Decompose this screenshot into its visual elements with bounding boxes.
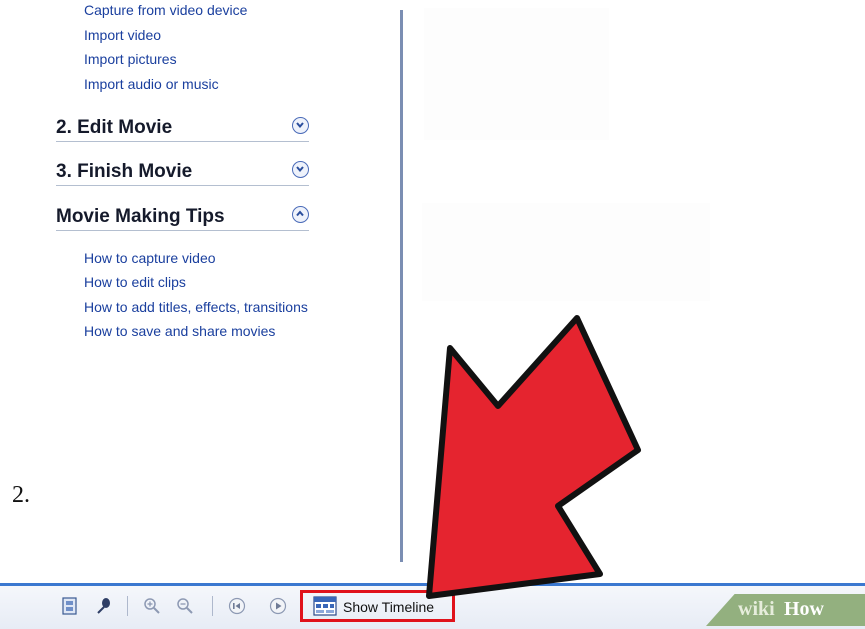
section-edit-movie[interactable]: 2. Edit Movie bbox=[56, 115, 309, 142]
watermark-wiki: wiki bbox=[738, 598, 775, 620]
section-title: 3. Finish Movie bbox=[56, 161, 193, 182]
rewind-icon[interactable] bbox=[228, 597, 246, 615]
zoom-out-icon[interactable] bbox=[176, 597, 194, 615]
pane-splitter[interactable] bbox=[400, 10, 403, 562]
section-title: 2. Edit Movie bbox=[56, 117, 173, 138]
storyboard-icon[interactable] bbox=[61, 597, 79, 615]
link-how-to-add-titles-effects-transitions[interactable]: How to add titles, effects, transitions bbox=[84, 299, 308, 315]
storyboard-toolbar: Show Timeline wiki How bbox=[0, 583, 865, 629]
link-import-audio-or-music[interactable]: Import audio or music bbox=[84, 76, 219, 92]
link-how-to-edit-clips[interactable]: How to edit clips bbox=[84, 274, 186, 290]
show-timeline-button[interactable]: Show Timeline bbox=[300, 590, 455, 622]
chevron-down-icon[interactable] bbox=[292, 161, 309, 178]
link-capture-from-video-device[interactable]: Capture from video device bbox=[84, 2, 247, 18]
narrate-icon[interactable] bbox=[95, 597, 113, 615]
link-how-to-capture-video[interactable]: How to capture video bbox=[84, 250, 216, 266]
section-title: Movie Making Tips bbox=[56, 206, 225, 227]
zoom-in-icon[interactable] bbox=[143, 597, 161, 615]
timeline-icon bbox=[313, 596, 337, 621]
link-import-video[interactable]: Import video bbox=[84, 27, 161, 43]
link-how-to-save-and-share-movies[interactable]: How to save and share movies bbox=[84, 323, 275, 339]
chevron-down-icon[interactable] bbox=[292, 117, 309, 134]
play-icon[interactable] bbox=[269, 597, 287, 615]
preview-area bbox=[424, 8, 609, 140]
show-timeline-label: Show Timeline bbox=[343, 599, 435, 615]
preview-area-lower bbox=[422, 203, 710, 301]
section-finish-movie[interactable]: 3. Finish Movie bbox=[56, 159, 309, 186]
task-pane: Capture from video device Import video I… bbox=[0, 0, 400, 580]
toolbar-divider bbox=[212, 596, 213, 616]
section-movie-making-tips[interactable]: Movie Making Tips bbox=[56, 204, 309, 231]
chevron-up-icon[interactable] bbox=[292, 206, 309, 223]
link-import-pictures[interactable]: Import pictures bbox=[84, 51, 177, 67]
watermark-how: How bbox=[784, 598, 824, 620]
toolbar-divider bbox=[127, 596, 128, 616]
step-number: 2. bbox=[12, 482, 30, 508]
wikihow-watermark: wiki How bbox=[706, 594, 865, 626]
